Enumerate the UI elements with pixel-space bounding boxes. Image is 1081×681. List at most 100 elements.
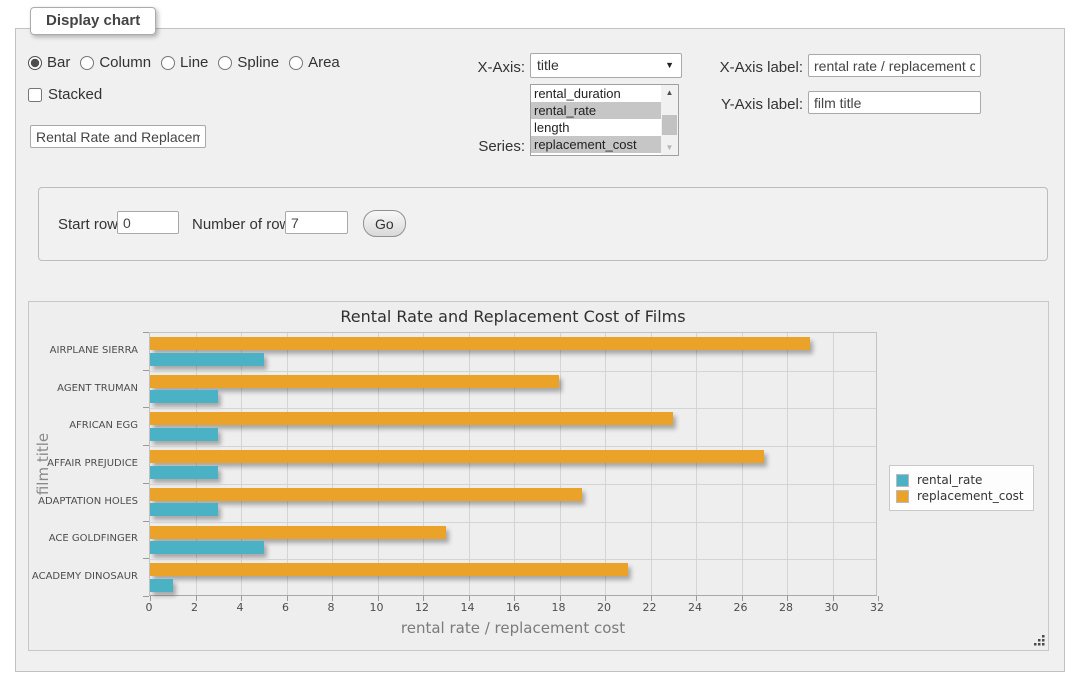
num-rows-input[interactable] [285, 211, 348, 234]
x-axis-selected-value: title [537, 57, 559, 73]
x-tick-label: 32 [857, 601, 897, 614]
bar-rental-rate [150, 579, 173, 592]
chart-builder-app: Display chart BarColumnLineSplineArea St… [0, 0, 1081, 681]
vertical-gridline [287, 333, 288, 595]
x-axis-select[interactable]: title ▼ [530, 53, 682, 78]
xaxis-label-field-label: X-Axis label: [706, 59, 803, 76]
series-listbox-scrollbar[interactable]: ▲ ▼ [661, 85, 678, 155]
radio-label-bar: Bar [47, 54, 70, 71]
series-listbox-options: rental_durationrental_ratelengthreplacem… [531, 85, 661, 155]
y-axis-tick-mark [143, 521, 149, 522]
yaxis-label-input[interactable] [808, 91, 981, 114]
bar-rental-rate [150, 353, 264, 366]
chart-title-input[interactable] [30, 125, 206, 148]
legend-item-replacement-cost: replacement_cost [896, 489, 1024, 503]
category-label: ACE GOLDFINGER [29, 533, 144, 544]
bar-rental-rate [150, 466, 218, 479]
horizontal-gridline [150, 522, 876, 523]
x-tick-label: 14 [448, 601, 488, 614]
y-axis-tick-mark [143, 558, 149, 559]
radio-bar[interactable] [28, 56, 42, 70]
scroll-up-icon[interactable]: ▲ [661, 85, 678, 100]
series-option-length[interactable]: length [531, 119, 661, 136]
bar-replacement-cost [150, 337, 810, 350]
chart-type-option-spline[interactable]: Spline [218, 54, 279, 71]
scrollbar-thumb[interactable] [662, 115, 677, 135]
category-label: AFFAIR PREJUDICE [29, 458, 144, 469]
series-option-rental_duration[interactable]: rental_duration [531, 85, 661, 102]
chart-type-option-bar[interactable]: Bar [28, 54, 70, 71]
series-option-rental_rate[interactable]: rental_rate [531, 102, 661, 119]
horizontal-gridline [150, 484, 876, 485]
series-listbox[interactable]: rental_durationrental_ratelengthreplacem… [530, 84, 679, 156]
series-option-replacement_cost[interactable]: replacement_cost [531, 136, 661, 153]
bar-replacement-cost [150, 526, 446, 539]
bar-replacement-cost [150, 412, 673, 425]
x-tick-label: 22 [630, 601, 670, 614]
x-tick-label: 4 [220, 601, 260, 614]
chart-type-option-column[interactable]: Column [80, 54, 151, 71]
x-axis-title: rental rate / replacement cost [149, 619, 877, 637]
legend-item-rental-rate: rental_rate [896, 473, 1024, 487]
legend-swatch-icon [896, 490, 909, 503]
x-tick-label: 28 [766, 601, 806, 614]
go-button[interactable]: Go [363, 210, 406, 237]
chart-type-option-area[interactable]: Area [289, 54, 340, 71]
x-tick-label: 0 [129, 601, 169, 614]
radio-area[interactable] [289, 56, 303, 70]
y-axis-tick-mark [143, 483, 149, 484]
radio-spline[interactable] [218, 56, 232, 70]
bar-rental-rate [150, 503, 218, 516]
category-label: ADAPTATION HOLES [29, 496, 144, 507]
resize-handle-icon[interactable] [1032, 634, 1045, 647]
x-tick-label: 16 [493, 601, 533, 614]
x-tick-label: 10 [357, 601, 397, 614]
select-dropdown-arrow-icon: ▼ [665, 54, 674, 77]
rows-panel [38, 187, 1048, 261]
category-label: AIRPLANE SIERRA [29, 345, 144, 356]
chart-type-option-line[interactable]: Line [161, 54, 208, 71]
chart-type-radios: Bar Column Line Spline Area [28, 54, 350, 71]
x-tick-label: 18 [539, 601, 579, 614]
vertical-gridline [241, 333, 242, 595]
stacked-label: Stacked [48, 86, 102, 103]
bar-replacement-cost [150, 563, 628, 576]
radio-column[interactable] [80, 56, 94, 70]
bar-replacement-cost [150, 375, 559, 388]
bar-rental-rate [150, 541, 264, 554]
plot-area [149, 332, 877, 596]
x-tick-label: 6 [266, 601, 306, 614]
bar-replacement-cost [150, 450, 764, 463]
chart-legend: rental_rate replacement_cost [889, 465, 1034, 511]
x-tick-label: 8 [311, 601, 351, 614]
horizontal-gridline [150, 371, 876, 372]
vertical-gridline [742, 333, 743, 595]
stacked-checkbox-row[interactable]: Stacked [28, 86, 102, 103]
radio-label-area: Area [308, 54, 340, 71]
radio-label-spline: Spline [237, 54, 279, 71]
vertical-gridline [514, 333, 515, 595]
stacked-checkbox[interactable] [28, 88, 42, 102]
x-tick-label: 26 [721, 601, 761, 614]
category-label: AFRICAN EGG [29, 420, 144, 431]
chart-container: Rental Rate and Replacement Cost of Film… [28, 301, 1049, 651]
vertical-gridline [605, 333, 606, 595]
legend-swatch-icon [896, 474, 909, 487]
xaxis-label-input[interactable] [808, 54, 981, 77]
horizontal-gridline [150, 408, 876, 409]
scroll-down-icon[interactable]: ▼ [661, 140, 678, 155]
x-tick-labels: 02468101214161820222426283032 [149, 601, 877, 615]
vertical-gridline [196, 333, 197, 595]
vertical-gridline [378, 333, 379, 595]
bar-replacement-cost [150, 488, 582, 501]
legend-label: rental_rate [917, 473, 982, 487]
vertical-gridline [787, 333, 788, 595]
start-row-input[interactable] [117, 211, 179, 234]
y-axis-tick-mark [143, 370, 149, 371]
x-tick-label: 30 [812, 601, 852, 614]
y-axis-tick-mark [143, 332, 149, 333]
radio-line[interactable] [161, 56, 175, 70]
vertical-gridline [469, 333, 470, 595]
category-label: ACADEMY DINOSAUR [29, 571, 144, 582]
series-label: Series: [455, 138, 525, 155]
